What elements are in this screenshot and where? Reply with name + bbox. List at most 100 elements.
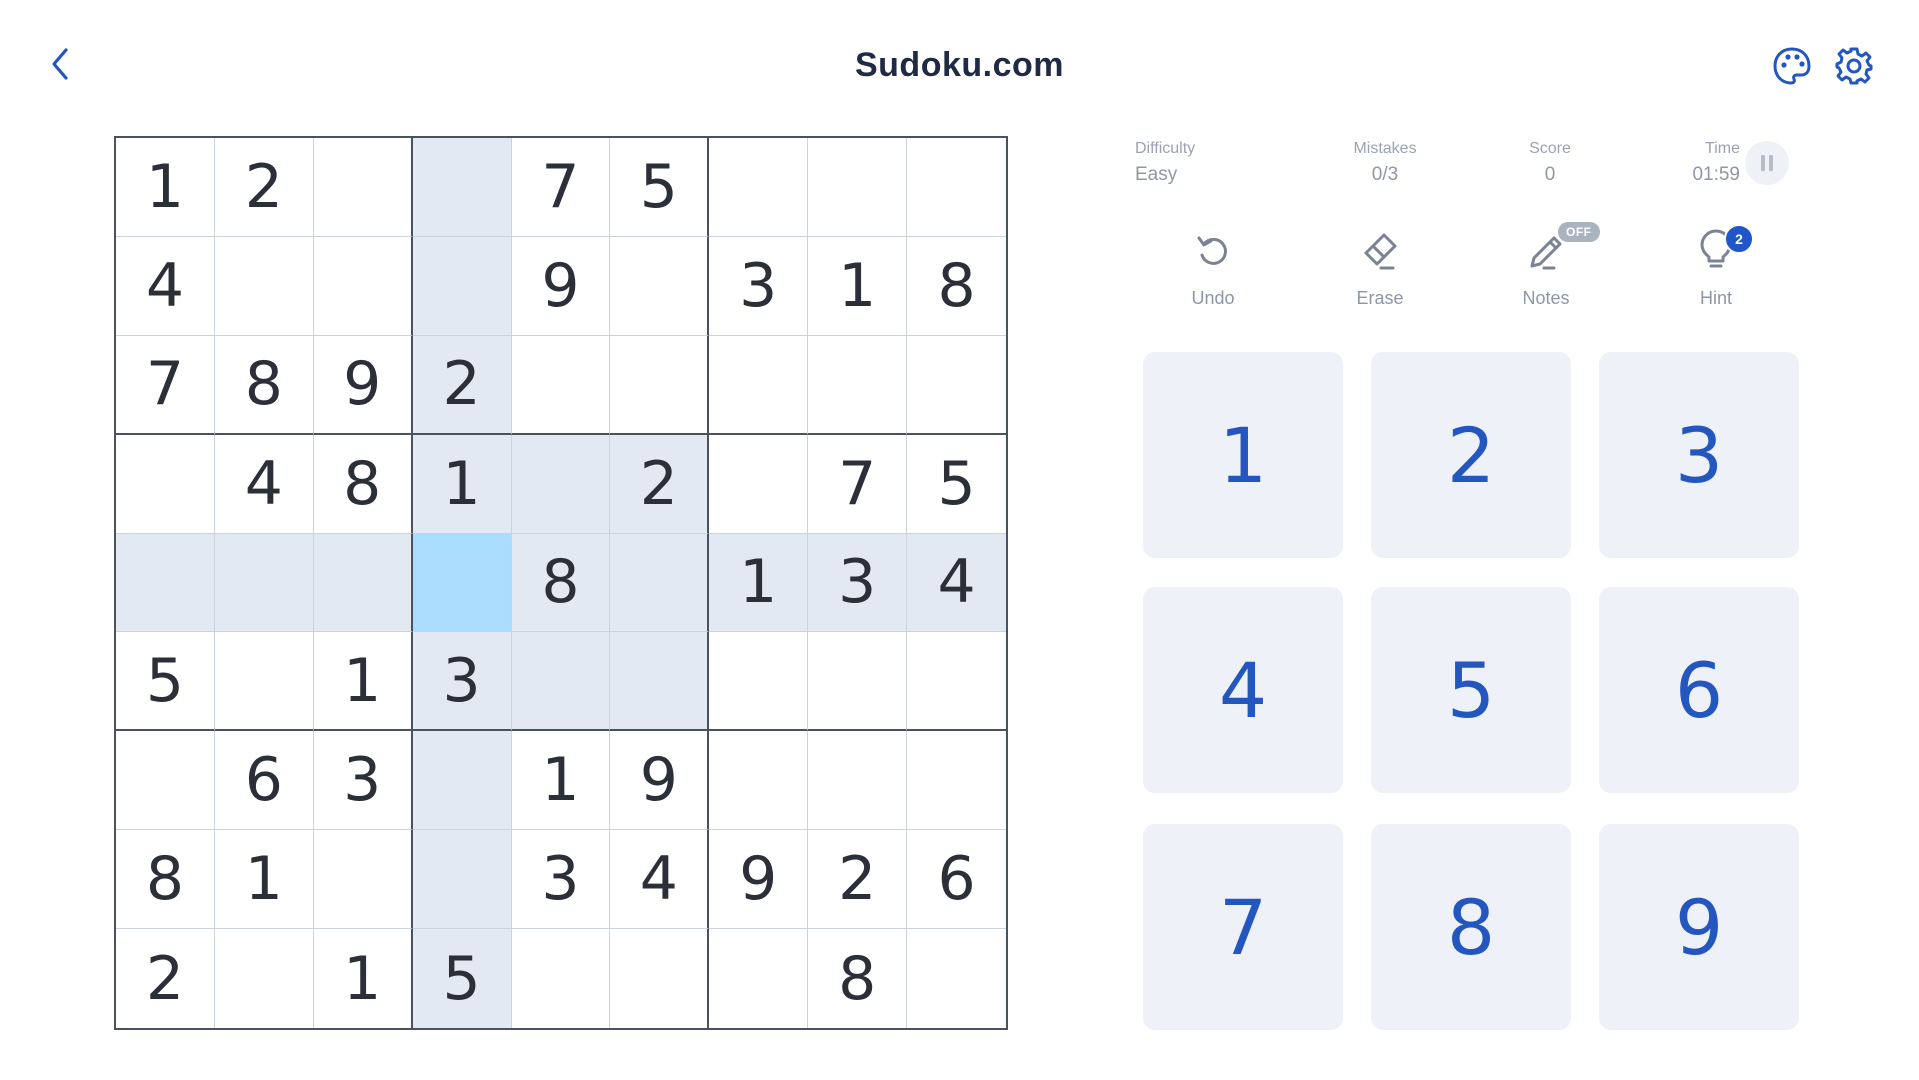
board-cell[interactable]: 8 (214, 335, 314, 435)
erase-button[interactable]: Erase (1310, 222, 1450, 322)
numpad-button-4[interactable]: 4 (1143, 587, 1343, 793)
board-cell[interactable] (907, 731, 1006, 831)
numpad-button-9[interactable]: 9 (1599, 824, 1799, 1030)
theme-button[interactable] (1766, 40, 1818, 92)
board-cell[interactable]: 8 (907, 237, 1006, 336)
board-cell[interactable]: 3 (808, 533, 908, 633)
board-cell[interactable]: 5 (116, 632, 215, 732)
board-cell[interactable]: 7 (116, 335, 215, 435)
board-cell[interactable] (907, 336, 1006, 435)
board-cell[interactable] (412, 830, 512, 930)
board-cell[interactable]: 2 (610, 434, 710, 534)
board-cell[interactable] (412, 236, 512, 336)
board-cell[interactable]: 8 (313, 434, 413, 534)
board-cell[interactable]: 1 (808, 236, 908, 336)
board-cell[interactable]: 1 (116, 138, 215, 237)
board-cell[interactable] (808, 632, 908, 732)
board-cell[interactable]: 3 (511, 830, 611, 930)
board-cell[interactable] (709, 434, 809, 534)
board-cell[interactable] (709, 731, 809, 831)
board-cell[interactable]: 1 (313, 632, 413, 732)
board-cell[interactable] (313, 533, 413, 633)
board-cell[interactable] (511, 335, 611, 435)
board-cell[interactable]: 2 (214, 138, 314, 237)
pause-button[interactable] (1745, 141, 1789, 185)
board-cell[interactable]: 9 (610, 731, 710, 831)
board-cell[interactable]: 4 (214, 434, 314, 534)
board-cell[interactable] (709, 335, 809, 435)
board-cell[interactable]: 8 (511, 533, 611, 633)
board-cell[interactable] (907, 138, 1006, 237)
notes-button[interactable]: OFF Notes (1476, 222, 1616, 322)
board-cell[interactable]: 9 (511, 236, 611, 336)
board-cell[interactable] (808, 731, 908, 831)
board-cell[interactable] (808, 335, 908, 435)
board-cell[interactable] (512, 929, 611, 1028)
board-cell[interactable] (610, 236, 710, 336)
board-cell[interactable] (214, 236, 314, 336)
board-cell[interactable]: 3 (412, 632, 512, 732)
board-cell[interactable] (412, 138, 512, 237)
eraser-icon (1364, 233, 1397, 270)
board-cell[interactable] (412, 731, 512, 831)
board-cell[interactable]: 5 (412, 929, 512, 1028)
undo-button[interactable]: Undo (1143, 222, 1283, 322)
board-cell[interactable] (116, 731, 215, 831)
board-cell[interactable] (709, 138, 809, 237)
numpad-button-2[interactable]: 2 (1371, 352, 1571, 558)
board-cell[interactable]: 1 (214, 830, 314, 930)
board-cell[interactable] (511, 434, 611, 534)
numpad-button-3[interactable]: 3 (1599, 352, 1799, 558)
numpad-button-5[interactable]: 5 (1371, 587, 1571, 793)
board-cell[interactable] (610, 929, 710, 1028)
board-cell[interactable]: 1 (412, 434, 512, 534)
board-cell[interactable] (610, 632, 710, 732)
board-cell[interactable] (313, 830, 413, 930)
page-title: Sudoku.com (854, 46, 1065, 84)
board-cell[interactable] (412, 533, 512, 633)
board-cell[interactable] (709, 929, 809, 1028)
board-cell[interactable] (313, 236, 413, 336)
board-cell[interactable]: 7 (808, 434, 908, 534)
board-cell[interactable]: 3 (709, 236, 809, 336)
hint-button[interactable]: 2 Hint (1646, 222, 1786, 322)
board-cell[interactable]: 1 (709, 533, 809, 633)
board-cell[interactable] (907, 929, 1006, 1028)
board-cell[interactable]: 6 (214, 731, 314, 831)
board-cell[interactable]: 4 (907, 533, 1006, 633)
settings-button[interactable] (1828, 40, 1880, 92)
board-cell[interactable] (214, 632, 314, 732)
board-cell[interactable]: 8 (808, 929, 908, 1028)
hint-label: Hint (1699, 288, 1732, 308)
board-cell[interactable]: 9 (709, 830, 809, 930)
board-cell[interactable]: 8 (116, 830, 215, 930)
board-cell[interactable]: 6 (907, 830, 1006, 930)
board-cell[interactable]: 4 (610, 830, 710, 930)
board-cell[interactable]: 5 (610, 138, 710, 237)
board-cell[interactable]: 4 (116, 236, 215, 336)
board-cell[interactable]: 1 (511, 731, 611, 831)
board-cell[interactable] (313, 138, 413, 237)
board-cell[interactable]: 5 (907, 435, 1006, 534)
board-cell[interactable]: 2 (808, 830, 908, 930)
numpad-button-6[interactable]: 6 (1599, 587, 1799, 793)
board-cell[interactable]: 7 (511, 138, 611, 237)
board-cell[interactable] (116, 533, 215, 633)
board-cell[interactable] (709, 632, 809, 732)
numpad-button-1[interactable]: 1 (1143, 352, 1343, 558)
numpad-button-8[interactable]: 8 (1371, 824, 1571, 1030)
board-cell[interactable] (214, 533, 314, 633)
board-cell[interactable] (610, 533, 710, 633)
board-cell[interactable] (116, 434, 215, 534)
board-cell[interactable] (808, 138, 908, 237)
numpad-button-7[interactable]: 7 (1143, 824, 1343, 1030)
board-cell[interactable] (610, 335, 710, 435)
board-cell[interactable] (215, 929, 314, 1028)
board-cell[interactable]: 9 (313, 335, 413, 435)
board-cell[interactable]: 3 (313, 731, 413, 831)
board-cell[interactable] (511, 632, 611, 732)
board-cell[interactable]: 1 (314, 929, 413, 1028)
board-cell[interactable]: 2 (412, 335, 512, 435)
board-cell[interactable] (907, 632, 1006, 732)
board-cell[interactable]: 2 (116, 929, 215, 1028)
